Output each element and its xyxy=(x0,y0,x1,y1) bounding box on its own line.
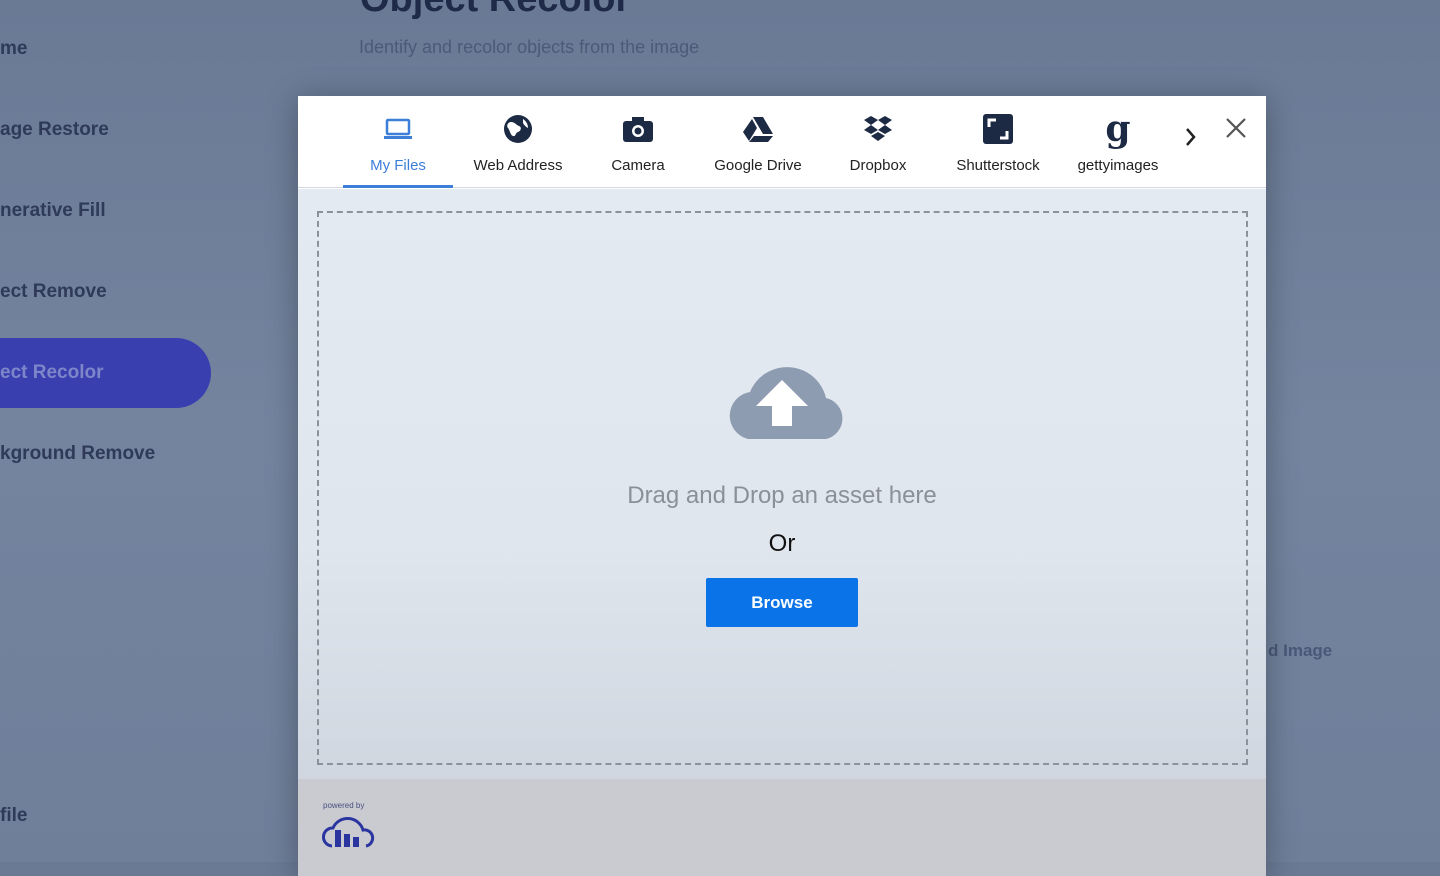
cloud-upload-icon xyxy=(720,354,848,449)
close-icon[interactable] xyxy=(1225,117,1247,144)
globe-icon xyxy=(463,112,573,146)
sidebar-item-object-remove[interactable]: ect Remove xyxy=(0,281,107,303)
laptop-icon xyxy=(343,112,453,146)
source-tabs: My Files Web Address Camera Google Drive… xyxy=(298,96,1266,188)
drop-instructions: Drag and Drop an asset here xyxy=(627,482,937,509)
tab-my-files[interactable]: My Files xyxy=(343,96,453,188)
page-subtitle: Identify and recolor objects from the im… xyxy=(359,37,700,57)
camera-icon xyxy=(583,112,693,146)
google-drive-icon xyxy=(703,112,813,146)
chevron-right-icon[interactable] xyxy=(1184,126,1198,153)
sidebar-item-object-recolor[interactable]: ect Recolor xyxy=(0,338,211,408)
sidebar-item-image-restore[interactable]: age Restore xyxy=(0,119,109,141)
sidebar-item-profile[interactable]: file xyxy=(0,805,27,827)
tab-google-drive[interactable]: Google Drive xyxy=(703,96,813,188)
shutterstock-icon xyxy=(943,112,1053,146)
dropbox-icon xyxy=(823,112,933,146)
tab-web-address[interactable]: Web Address xyxy=(463,96,573,188)
drop-zone[interactable]: Drag and Drop an asset here Or Browse xyxy=(298,189,1266,779)
tab-gettyimages[interactable]: g gettyimages xyxy=(1063,96,1173,188)
modal-footer: powered by xyxy=(298,779,1266,876)
powered-by-label: powered by xyxy=(323,801,365,810)
sidebar-item-generative-fill[interactable]: nerative Fill xyxy=(0,200,106,222)
tab-dropbox[interactable]: Dropbox xyxy=(823,96,933,188)
tab-camera[interactable]: Camera xyxy=(583,96,693,188)
browse-button[interactable]: Browse xyxy=(706,578,858,627)
cloudinary-logo-icon xyxy=(322,812,376,855)
sidebar-item-home[interactable]: me xyxy=(0,38,27,60)
page-title: Object Recolor xyxy=(360,0,630,21)
gettyimages-icon: g xyxy=(1105,108,1131,150)
sidebar-item-background-remove[interactable]: kground Remove xyxy=(0,443,155,465)
or-label: Or xyxy=(768,530,796,557)
upload-image-label: d Image xyxy=(1268,641,1333,660)
upload-modal: My Files Web Address Camera Google Drive… xyxy=(298,96,1266,876)
tab-shutterstock[interactable]: Shutterstock xyxy=(943,96,1053,188)
